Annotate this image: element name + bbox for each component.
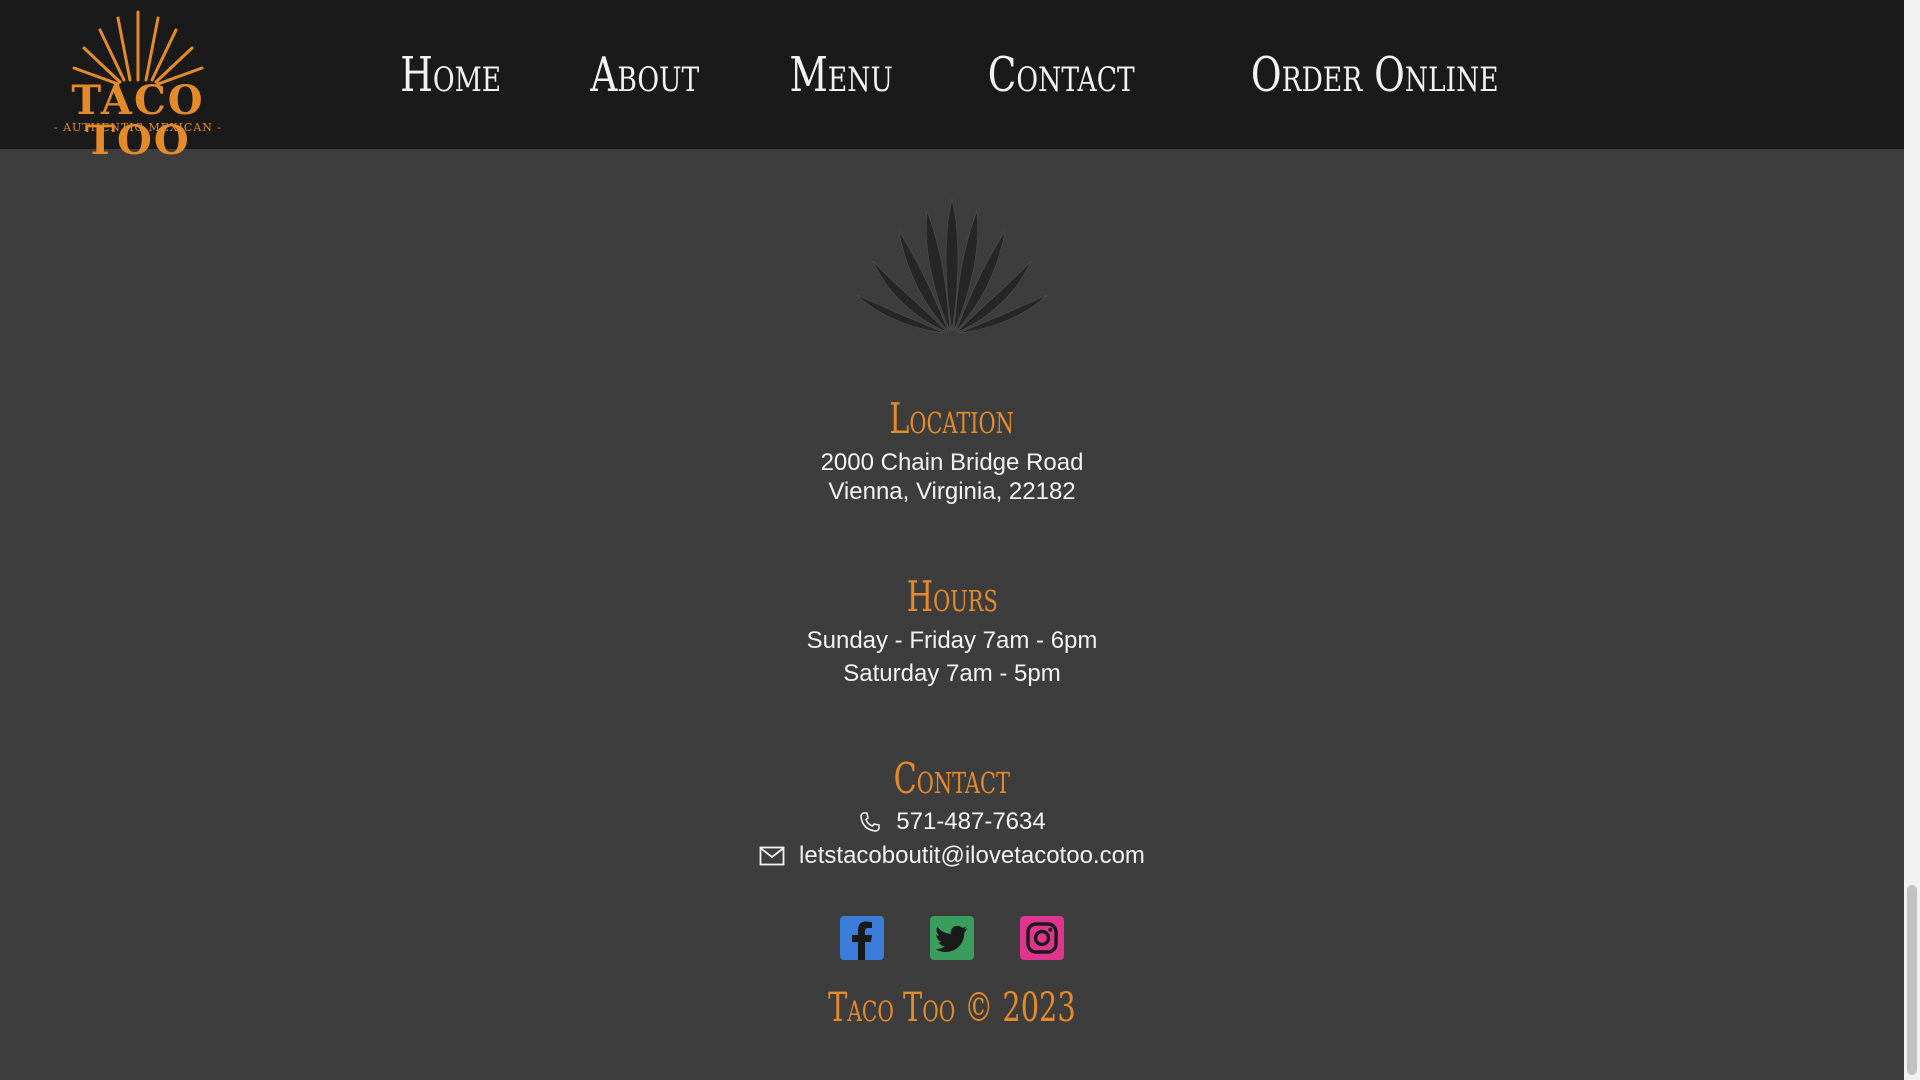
address-line-2: Vienna, Virginia, 22182: [828, 478, 1076, 505]
contact-heading: Contact: [893, 754, 1011, 803]
email-address[interactable]: letstacoboutit@ilovetacotoo.com: [799, 841, 1145, 871]
facebook-icon[interactable]: [840, 916, 884, 960]
nav-home[interactable]: Home: [400, 40, 501, 110]
facebook-glyph: [852, 921, 872, 960]
nav-about[interactable]: About: [591, 40, 700, 110]
scrollbar-thumb[interactable]: [1907, 885, 1917, 1075]
nav-order-online[interactable]: Order Online: [1250, 40, 1498, 110]
top-navbar: TACO TOO - AUTHENTIC MEXICAN - Home Abou…: [0, 0, 1904, 161]
phone-number[interactable]: 571-487-7634: [896, 807, 1045, 837]
hours-line-1: Sunday - Friday 7am - 6pm: [806, 627, 1098, 654]
mail-icon: [759, 846, 785, 866]
nav-menu[interactable]: Menu: [789, 40, 892, 110]
nav-contact[interactable]: Contact: [988, 40, 1135, 110]
twitter-icon[interactable]: [930, 916, 974, 960]
hours-heading: Hours: [906, 572, 998, 621]
brand-tagline: - AUTHENTIC MEXICAN -: [53, 121, 223, 134]
location-heading: Location: [889, 394, 1015, 443]
phone-row[interactable]: 571-487-7634: [0, 807, 1904, 837]
address-line-1: 2000 Chain Bridge Road: [820, 449, 1084, 476]
social-links: [0, 916, 1904, 960]
hours-line-2: Saturday 7am - 5pm: [843, 660, 1061, 687]
vertical-scrollbar[interactable]: [1904, 0, 1920, 1080]
phone-icon: [860, 812, 881, 832]
copyright-text: Taco Too © 2023: [828, 985, 1076, 1031]
footer-info-section: Location 2000 Chain Bridge Road Vienna, …: [0, 149, 1904, 1080]
email-row[interactable]: letstacoboutit@ilovetacotoo.com: [0, 841, 1904, 871]
instagram-glyph: [1026, 922, 1058, 954]
twitter-glyph: [936, 925, 967, 952]
agave-plant-icon: [856, 198, 1048, 334]
instagram-icon[interactable]: [1020, 916, 1064, 960]
main-nav: Home About Menu Contact Order Online: [0, 40, 1904, 110]
